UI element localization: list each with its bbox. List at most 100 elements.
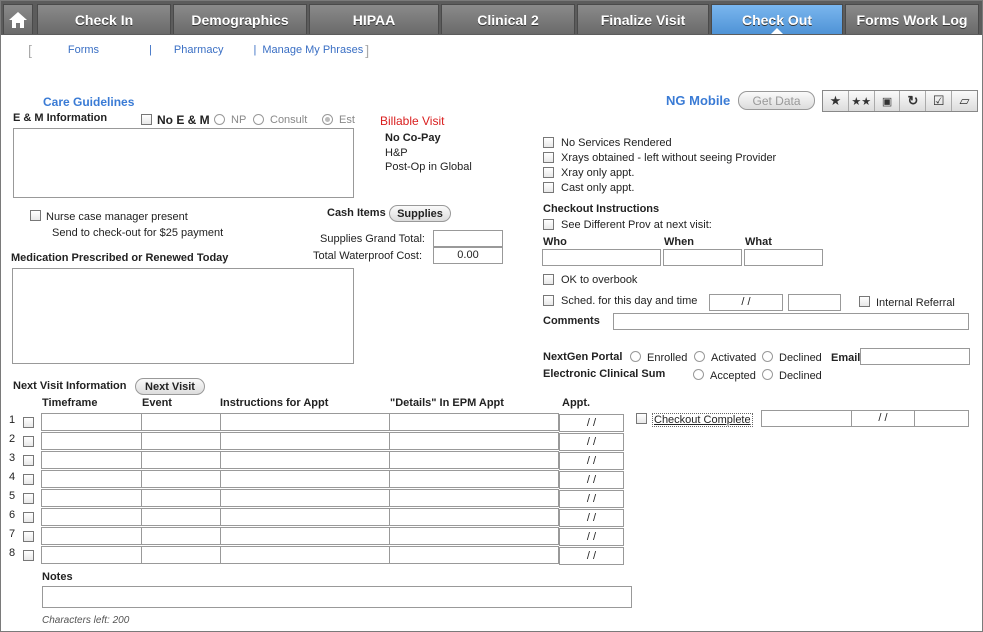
- clipboard-icon[interactable]: ☑: [926, 91, 953, 111]
- home-tab[interactable]: [3, 4, 33, 34]
- event-cell[interactable]: [141, 451, 221, 469]
- sched-day-time-checkbox[interactable]: [543, 295, 554, 306]
- timeframe-cell[interactable]: [41, 546, 142, 564]
- instructions-cell[interactable]: [220, 489, 390, 507]
- appt-date-cell[interactable]: / /: [559, 547, 624, 565]
- different-prov-checkbox[interactable]: [543, 219, 554, 230]
- ecs-accepted-radio[interactable]: [693, 369, 704, 380]
- tab-check-in[interactable]: Check In: [37, 4, 171, 34]
- cast-only-checkbox[interactable]: [543, 182, 554, 193]
- details-epm-cell[interactable]: [389, 508, 559, 526]
- appt-date-cell[interactable]: / /: [559, 528, 624, 546]
- total-waterproof-cost-field[interactable]: 0.00: [433, 247, 503, 264]
- checkout-complete-user-field[interactable]: [761, 410, 852, 427]
- checkout-complete-time-field[interactable]: [914, 410, 969, 427]
- consult-radio[interactable]: [253, 114, 264, 125]
- row-checkbox[interactable]: [23, 436, 34, 447]
- notes-field[interactable]: [42, 586, 632, 608]
- details-epm-cell[interactable]: [389, 489, 559, 507]
- event-cell[interactable]: [141, 432, 221, 450]
- portal-enrolled-radio[interactable]: [630, 351, 641, 362]
- row-checkbox[interactable]: [23, 417, 34, 428]
- timeframe-cell[interactable]: [41, 413, 142, 431]
- row-checkbox[interactable]: [23, 512, 34, 523]
- event-cell[interactable]: [141, 527, 221, 545]
- who-field[interactable]: [542, 249, 661, 266]
- appt-date-cell[interactable]: / /: [559, 452, 624, 470]
- event-cell[interactable]: [141, 489, 221, 507]
- when-field[interactable]: [663, 249, 742, 266]
- timeframe-cell[interactable]: [41, 489, 142, 507]
- appt-date-cell[interactable]: / /: [559, 471, 624, 489]
- instructions-cell[interactable]: [220, 432, 390, 450]
- est-radio[interactable]: [322, 114, 333, 125]
- checkout-complete-checkbox[interactable]: [636, 413, 647, 424]
- ok-to-overbook-checkbox[interactable]: [543, 274, 554, 285]
- details-epm-cell[interactable]: [389, 470, 559, 488]
- row-checkbox[interactable]: [23, 455, 34, 466]
- timeframe-cell[interactable]: [41, 527, 142, 545]
- double-star-icon[interactable]: ★★: [849, 91, 875, 111]
- tab-check-out[interactable]: Check Out: [711, 4, 843, 34]
- row-checkbox[interactable]: [23, 493, 34, 504]
- xrays-left-checkbox[interactable]: [543, 152, 554, 163]
- timeframe-cell[interactable]: [41, 470, 142, 488]
- refresh-icon[interactable]: ↻: [900, 91, 927, 111]
- tab-finalize-visit[interactable]: Finalize Visit: [577, 4, 709, 34]
- comments-field[interactable]: [613, 313, 969, 330]
- portal-declined-radio[interactable]: [762, 351, 773, 362]
- sched-date-field[interactable]: / /: [709, 294, 783, 311]
- appt-date-cell[interactable]: / /: [559, 414, 624, 432]
- appt-date-cell[interactable]: / /: [559, 490, 624, 508]
- next-visit-button[interactable]: Next Visit: [135, 378, 205, 395]
- no-services-checkbox[interactable]: [543, 137, 554, 148]
- manage-my-phrases-link[interactable]: Manage My Phrases: [256, 44, 365, 56]
- email-field[interactable]: [860, 348, 970, 365]
- row-checkbox[interactable]: [23, 531, 34, 542]
- instructions-cell[interactable]: [220, 546, 390, 564]
- star-icon[interactable]: ★: [823, 91, 849, 111]
- row-checkbox[interactable]: [23, 474, 34, 485]
- instructions-cell[interactable]: [220, 527, 390, 545]
- checkout-complete-date-field[interactable]: / /: [851, 410, 915, 427]
- details-epm-cell[interactable]: [389, 451, 559, 469]
- timeframe-cell[interactable]: [41, 451, 142, 469]
- care-guidelines-link[interactable]: Care Guidelines: [43, 95, 134, 109]
- instructions-cell[interactable]: [220, 451, 390, 469]
- sched-time-field[interactable]: [788, 294, 841, 311]
- appt-date-cell[interactable]: / /: [559, 509, 624, 527]
- eraser-icon[interactable]: ▱: [952, 91, 977, 111]
- timeframe-cell[interactable]: [41, 432, 142, 450]
- get-data-button[interactable]: Get Data: [738, 91, 815, 110]
- save-icon[interactable]: ▣: [875, 91, 901, 111]
- internal-referral-checkbox[interactable]: [859, 296, 870, 307]
- portal-activated-radio[interactable]: [694, 351, 705, 362]
- tab-clinical-2[interactable]: Clinical 2: [441, 4, 575, 34]
- event-cell[interactable]: [141, 470, 221, 488]
- details-epm-cell[interactable]: [389, 432, 559, 450]
- instructions-cell[interactable]: [220, 508, 390, 526]
- np-radio[interactable]: [214, 114, 225, 125]
- event-cell[interactable]: [141, 508, 221, 526]
- supplies-grand-total-field[interactable]: [433, 230, 503, 247]
- instructions-cell[interactable]: [220, 413, 390, 431]
- supplies-button[interactable]: Supplies: [389, 205, 451, 222]
- timeframe-cell[interactable]: [41, 508, 142, 526]
- tab-demographics[interactable]: Demographics: [173, 4, 307, 34]
- ecs-declined-radio[interactable]: [762, 369, 773, 380]
- what-field[interactable]: [744, 249, 823, 266]
- instructions-cell[interactable]: [220, 470, 390, 488]
- row-checkbox[interactable]: [23, 550, 34, 561]
- details-epm-cell[interactable]: [389, 546, 559, 564]
- event-cell[interactable]: [141, 413, 221, 431]
- pharmacy-link[interactable]: Pharmacy: [152, 44, 254, 56]
- appt-date-cell[interactable]: / /: [559, 433, 624, 451]
- em-information-textarea[interactable]: [13, 128, 354, 198]
- tab-forms-work-log[interactable]: Forms Work Log: [845, 4, 979, 34]
- details-epm-cell[interactable]: [389, 413, 559, 431]
- xray-only-checkbox[interactable]: [543, 167, 554, 178]
- checkout-complete-label[interactable]: Checkout Complete: [652, 413, 753, 427]
- medication-textarea[interactable]: [12, 268, 354, 364]
- nurse-case-manager-checkbox[interactable]: [30, 210, 41, 221]
- tab-hipaa[interactable]: HIPAA: [309, 4, 439, 34]
